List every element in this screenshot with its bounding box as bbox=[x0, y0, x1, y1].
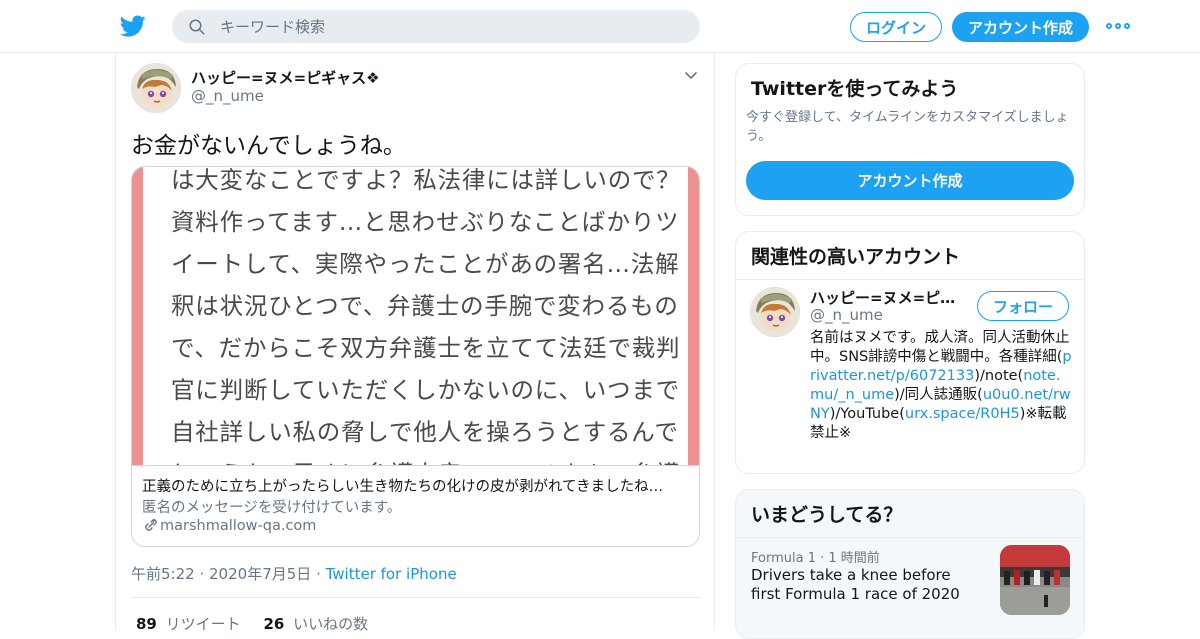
signup-button[interactable]: アカウント作成 bbox=[952, 12, 1089, 42]
meta-separator: · bbox=[199, 565, 210, 583]
tweet-meta: 午前5:22 · 2020年7月5日 · Twitter for iPhone bbox=[131, 563, 457, 584]
meta-separator: · bbox=[316, 565, 326, 583]
card-image-line: 官に判断していただくしかないのに、いつまで bbox=[171, 376, 680, 404]
like-count[interactable]: 26 bbox=[263, 615, 284, 633]
card-image-line: で、だからこそ双方弁護士を立てて法廷で裁判 bbox=[171, 334, 681, 362]
login-button[interactable]: ログイン bbox=[850, 12, 942, 42]
card-image-line: 釈は状況ひとつで、弁護士の手腕で変わるもの bbox=[171, 292, 679, 320]
avatar-image bbox=[131, 63, 181, 113]
card-title: 正義のために立ち上がったらしい生き物たちの化けの皮が剥がれてきましたね… bbox=[142, 479, 664, 495]
trend-category: Formula 1 bbox=[751, 551, 816, 566]
bio-text: )/YouTube( bbox=[829, 406, 905, 422]
related-box-title: 関連性の高いアカウント bbox=[736, 232, 1084, 280]
card-image: は大変なことですよ？私法律には詳しいので？ 資料作ってます…と思わせぶりなことば… bbox=[132, 167, 699, 465]
retweet-count[interactable]: 89 bbox=[136, 615, 157, 633]
related-account-name[interactable]: ハッピー=ヌメ=ピギャス❖ bbox=[810, 287, 970, 308]
tweet-stats: 89 リツイート 26 いいねの数 bbox=[136, 613, 368, 634]
card-image-line: しょうか。早めに弁護士雇ってヌメさんの弁護 bbox=[171, 455, 680, 465]
author-handle[interactable]: @_n_ume bbox=[191, 87, 264, 105]
related-account-handle[interactable]: @_n_ume bbox=[810, 306, 883, 324]
follow-button[interactable]: フォロー bbox=[977, 291, 1069, 321]
card-domain-text: marshmallow-qa.com bbox=[160, 518, 317, 534]
trend-thumbnail[interactable] bbox=[1000, 545, 1070, 615]
bio-text: )/同人誌通販( bbox=[894, 387, 983, 403]
bio-link-youtube[interactable]: urx.space/R0H5 bbox=[905, 406, 1020, 422]
search-input[interactable] bbox=[220, 17, 660, 36]
card-domain: marshmallow-qa.com bbox=[142, 518, 316, 534]
bio-text: 名前はヌメです。成人済。同人活動休止中。SNS誹謗中傷と戦闘中。各種詳細( bbox=[810, 330, 1070, 365]
search-icon bbox=[189, 19, 205, 34]
bio-text: )/note( bbox=[974, 368, 1024, 384]
retweet-label[interactable]: リツイート bbox=[166, 615, 241, 633]
related-account-bio: 名前はヌメです。成人済。同人活動休止中。SNS誹謗中傷と戦闘中。各種詳細(pri… bbox=[810, 329, 1072, 443]
card-image-line: イートして、実際やったことがあの署名…法解 bbox=[171, 250, 680, 278]
card-image-line: は大変なことですよ？私法律には詳しいので？ bbox=[171, 167, 681, 194]
signup-box-title: Twitterを使ってみよう bbox=[751, 78, 959, 100]
twitter-bird-icon[interactable] bbox=[120, 13, 146, 39]
divider bbox=[131, 597, 701, 598]
avatar-image bbox=[750, 287, 800, 337]
signup-box-subtitle: 今すぐ登録して、タイムラインをカスタマイズしましょう。 bbox=[746, 110, 1069, 144]
card-description: 匿名のメッセージを受け付けています。 bbox=[142, 500, 402, 516]
trend-time: 1 時間前 bbox=[828, 551, 880, 566]
sidebar-signup-button[interactable]: アカウント作成 bbox=[746, 161, 1074, 200]
tweet-time[interactable]: 午前5:22 bbox=[131, 565, 195, 583]
tweet-source[interactable]: Twitter for iPhone bbox=[326, 565, 457, 583]
tweet-text: お金がないんでしょうね。 bbox=[131, 133, 406, 159]
author-name[interactable]: ハッピー=ヌメ=ピギャス❖ bbox=[191, 67, 380, 88]
card-image-line: 自社詳しい私の脅しで他人を操ろうとするんで bbox=[171, 418, 679, 446]
link-icon bbox=[145, 519, 157, 531]
tweet-column: ハッピー=ヌメ=ピギャス❖ @_n_ume お金がないんでしょうね。 は大変なこ… bbox=[115, 53, 715, 633]
related-avatar[interactable] bbox=[750, 287, 800, 337]
card-image-paper: は大変なことですよ？私法律には詳しいので？ 資料作ってます…と思わせぶりなことば… bbox=[143, 167, 688, 465]
card-image-line: 資料作ってます…と思わせぶりなことばかりツ bbox=[171, 208, 680, 236]
top-nav-bar: ログイン アカウント作成 bbox=[0, 0, 1200, 53]
like-label[interactable]: いいねの数 bbox=[293, 615, 368, 633]
author-avatar[interactable] bbox=[131, 63, 181, 113]
trends-box: いまどうしてる？ Formula 1 · 1 時間前 Drivers take … bbox=[735, 489, 1085, 639]
chevron-down-icon[interactable] bbox=[684, 69, 698, 83]
related-accounts-box: 関連性の高いアカウント ハッピー=ヌメ=ピギャス❖ @_n_ume フォロー 名… bbox=[735, 231, 1085, 474]
card-body: 正義のために立ち上がったらしい生き物たちの化けの皮が剥がれてきましたね… 匿名の… bbox=[132, 465, 699, 546]
trend-headline[interactable]: Drivers take a knee before first Formula… bbox=[751, 566, 981, 604]
more-options-icon[interactable] bbox=[1106, 20, 1130, 32]
trend-thumbnail-image bbox=[1000, 545, 1070, 615]
link-preview-card[interactable]: は大変なことですよ？私法律には詳しいので？ 資料作ってます…と思わせぶりなことば… bbox=[131, 166, 700, 547]
search-bar[interactable] bbox=[172, 10, 700, 43]
signup-box: Twitterを使ってみよう 今すぐ登録して、タイムラインをカスタマイズしましょ… bbox=[735, 63, 1085, 216]
trend-meta: Formula 1 · 1 時間前 bbox=[751, 547, 880, 566]
tweet-date[interactable]: 2020年7月5日 bbox=[209, 565, 311, 583]
trends-box-title: いまどうしてる？ bbox=[736, 490, 1084, 538]
